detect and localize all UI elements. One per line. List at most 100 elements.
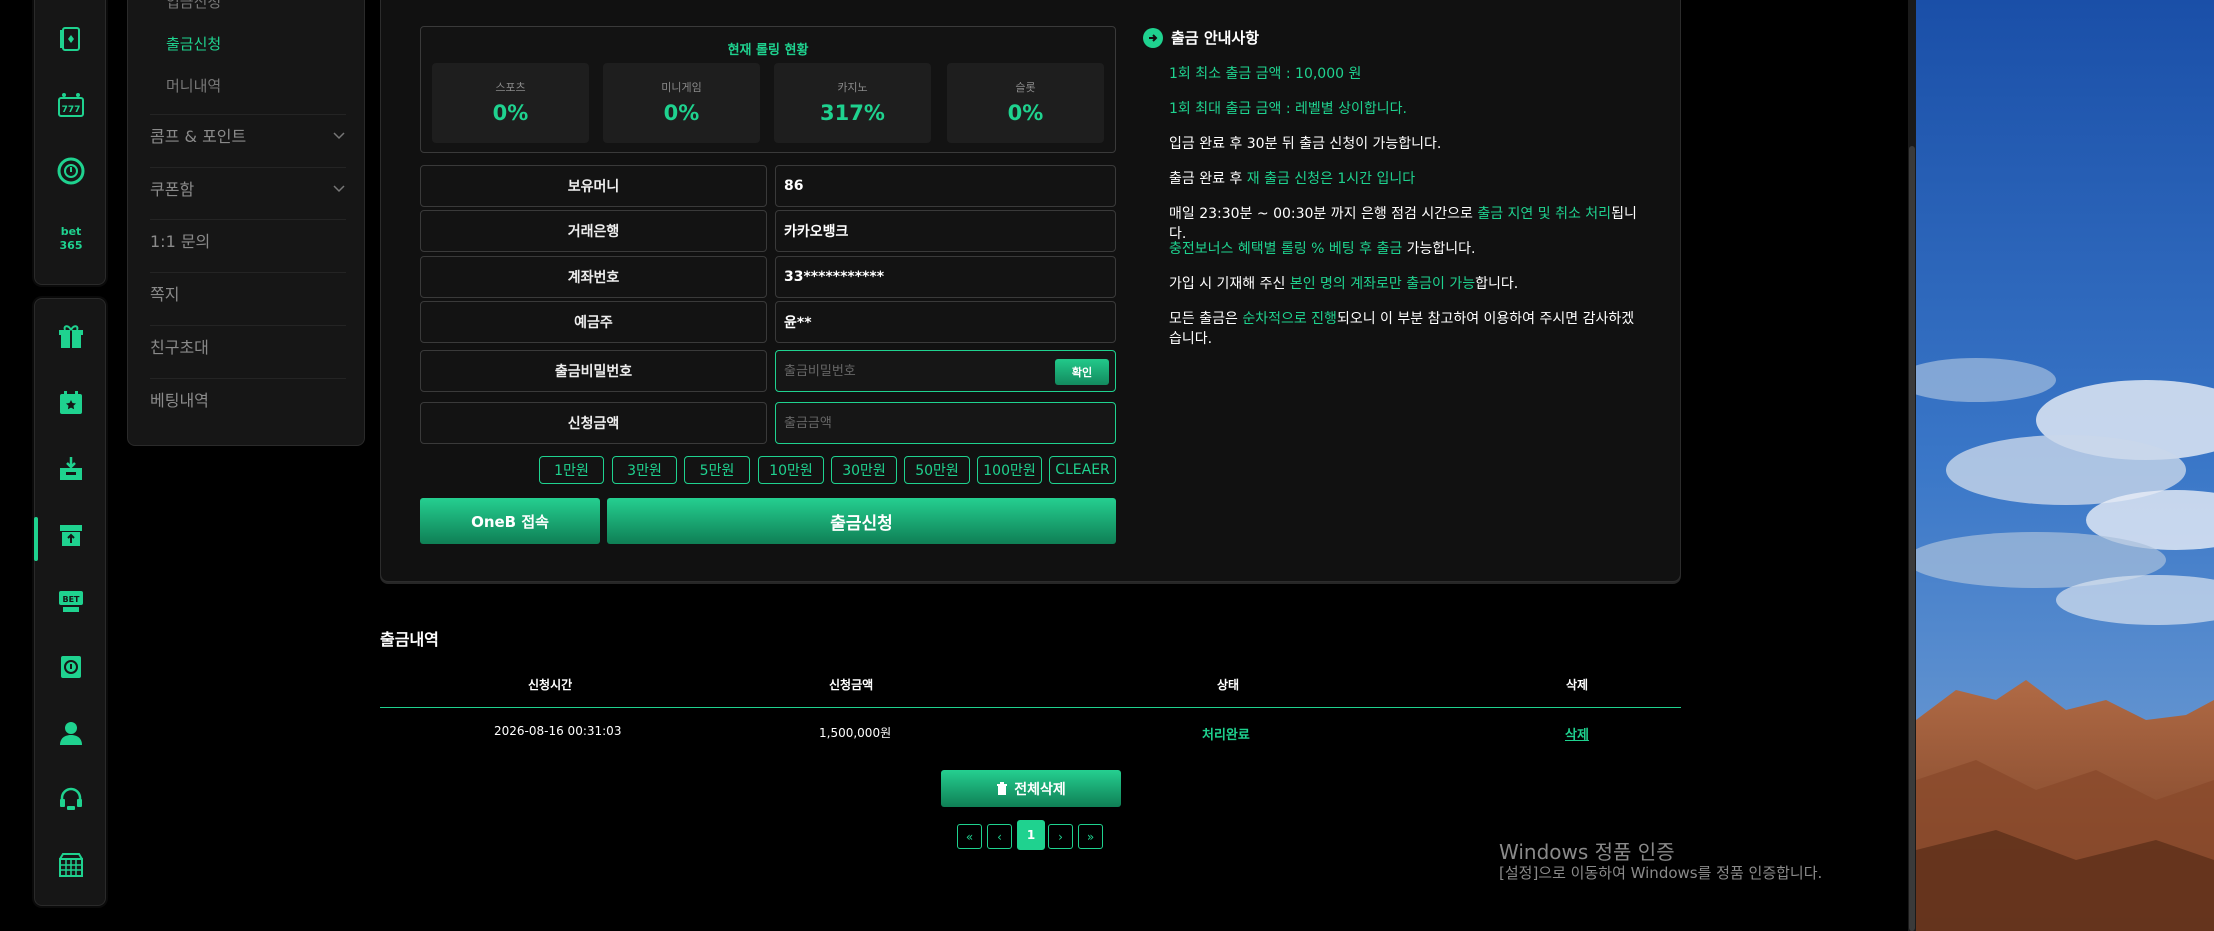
amount-clear-button[interactable]: CLEAER — [1049, 456, 1116, 484]
submenu-money-history[interactable]: 머니내역 — [166, 75, 221, 96]
notice-own-account: 가입 시 기재해 주신 본인 명의 계좌로만 출금이 가능합니다. — [1169, 274, 1649, 294]
row-status: 처리완료 — [1202, 728, 1250, 743]
amount-30k-button[interactable]: 3만원 — [612, 456, 677, 484]
history-title: 출금내역 — [380, 630, 439, 649]
page-next-button[interactable]: › — [1048, 824, 1073, 849]
windows-activation-title: Windows 정품 인증 — [1499, 840, 1675, 864]
page-first-button[interactable]: « — [957, 824, 982, 849]
withdraw-request-button[interactable]: 출금신청 — [607, 498, 1116, 544]
withdraw-amount-input[interactable] — [784, 415, 1044, 431]
balance-label: 보유머니 — [420, 165, 767, 207]
bet365-logo[interactable]: bet 365 — [53, 219, 89, 255]
notice-highlight: 본인 명의 계좌로만 출금이 가능 — [1289, 276, 1476, 292]
balance-value: 86 — [775, 165, 1116, 207]
rolling-status: 현재 롤링 현황 스포츠 0% 미니게임 0% 카지노 317% 슬롯 0% — [420, 26, 1116, 153]
notice-highlight: 순차적으로 진행 — [1242, 311, 1337, 327]
arrow-right-circle-icon — [1143, 27, 1163, 48]
notice-bank-maintenance: 매일 23:30분 ~ 00:30분 까지 은행 점검 시간으로 출금 지연 및… — [1169, 204, 1649, 244]
rolling-minigame: 미니게임 0% — [603, 63, 760, 143]
bet-ticket-icon[interactable]: BET — [53, 583, 89, 619]
svg-text:BET: BET — [62, 595, 80, 604]
notice-text: 출금 완료 후 — [1169, 171, 1247, 187]
menu-invite-friends[interactable]: 친구초대 — [150, 325, 346, 365]
support-headset-icon[interactable] — [53, 781, 89, 817]
menu-label: 1:1 문의 — [150, 231, 211, 251]
notice-title: 출금 안내사항 — [1171, 29, 1260, 47]
chevron-down-icon — [333, 184, 345, 192]
notice-text: 가입 시 기재해 주신 — [1169, 276, 1290, 292]
header-delete: 삭제 — [1566, 678, 1589, 692]
notice-wait-time: 입금 완료 후 30분 뒤 출금 신청이 가능합니다. — [1169, 136, 1442, 152]
menu-messages[interactable]: 쪽지 — [150, 272, 346, 312]
notice-highlight: 출금 지연 및 취소 처리 — [1477, 206, 1612, 222]
account-submenu: 입금신청 출금신청 머니내역 콤프 & 포인트 쿠폰함 1:1 문의 쪽지 친구… — [127, 0, 365, 446]
notice-text: 모든 출금은 — [1169, 311, 1243, 327]
rolling-casino: 카지노 317% — [774, 63, 931, 143]
rolling-slot: 슬롯 0% — [947, 63, 1104, 143]
submenu-withdraw-request[interactable]: 출금신청 — [166, 33, 221, 54]
trash-icon — [997, 782, 1008, 795]
notice-header: 출금 안내사항 — [1143, 27, 1259, 48]
notice-highlight: 재 출금 신청은 1시간 입니다 — [1246, 171, 1416, 187]
icon-rail-bottom: BET — [34, 298, 106, 906]
gift-icon[interactable] — [53, 319, 89, 355]
amount-label: 신청금액 — [420, 402, 767, 444]
page-current-button[interactable]: 1 — [1017, 820, 1045, 850]
amount-50k-button[interactable]: 5만원 — [684, 456, 750, 484]
bank-value: 카카오뱅크 — [775, 210, 1116, 252]
active-indicator — [34, 517, 38, 561]
withdraw-password-input[interactable] — [784, 363, 1044, 379]
submenu-deposit-request[interactable]: 입금신청 — [166, 0, 221, 12]
amount-field — [775, 402, 1116, 444]
confirm-password-button[interactable]: 확인 — [1055, 359, 1109, 385]
rolling-sports: 스포츠 0% — [432, 63, 589, 143]
page-prev-button[interactable]: ‹ — [987, 824, 1012, 849]
windows-activation-hint: [설정]으로 이동하여 Windows를 정품 인증합니다. — [1499, 864, 1823, 882]
notice-sequential: 모든 출금은 순차적으로 진행되오니 이 부분 참고하여 이용하여 주시면 감사… — [1169, 309, 1639, 349]
svg-text:365: 365 — [60, 239, 83, 252]
casino-chip-icon[interactable] — [53, 153, 89, 189]
delete-all-label: 전체삭제 — [1014, 781, 1066, 798]
deposit-box-icon[interactable] — [53, 451, 89, 487]
desktop-wallpaper — [1916, 0, 2214, 931]
menu-coupon-box[interactable]: 쿠폰함 — [150, 167, 346, 207]
rolling-title: 현재 롤링 현황 — [727, 43, 809, 58]
menu-inquiry[interactable]: 1:1 문의 — [150, 219, 346, 259]
notice-bonus-rolling: 충전보너스 혜택별 롤링 % 베팅 후 출금 가능합니다. — [1169, 239, 1649, 259]
oneb-connect-button[interactable]: OneB 접속 — [420, 498, 600, 544]
menu-comp-points[interactable]: 콤프 & 포인트 — [150, 114, 346, 154]
table-divider — [380, 707, 1681, 708]
row-amount: 1,500,000원 — [819, 726, 892, 740]
header-amount: 신청금액 — [829, 678, 874, 692]
svg-text:bet: bet — [61, 225, 82, 238]
grid-menu-icon[interactable] — [53, 847, 89, 883]
holder-value: 윤** — [775, 301, 1116, 343]
amount-100k-button[interactable]: 10만원 — [758, 456, 824, 484]
page: 777 bet 365 BET 입금신청 출금신청 머니내역 콤프 & 포인트 … — [0, 0, 2214, 931]
calendar-star-icon[interactable] — [53, 385, 89, 421]
menu-label: 쿠폰함 — [150, 179, 195, 199]
row-time: 2026-08-16 00:31:03 — [494, 724, 622, 738]
row-delete-link[interactable]: 삭제 — [1565, 724, 1589, 743]
page-last-button[interactable]: » — [1078, 824, 1103, 849]
amount-300k-button[interactable]: 30만원 — [831, 456, 897, 484]
delete-all-button[interactable]: 전체삭제 — [941, 770, 1121, 807]
slot-777-icon[interactable]: 777 — [53, 87, 89, 123]
amount-10k-button[interactable]: 1만원 — [539, 456, 604, 484]
info-card-icon[interactable] — [53, 649, 89, 685]
rolling-value: 0% — [492, 101, 529, 125]
notice-text: 합니다. — [1475, 276, 1519, 292]
menu-bet-history[interactable]: 베팅내역 — [150, 378, 346, 418]
header-status: 상태 — [1217, 678, 1240, 692]
user-icon[interactable] — [53, 715, 89, 751]
withdraw-box-icon[interactable] — [53, 517, 89, 553]
chevron-down-icon — [333, 131, 345, 139]
card-icon[interactable] — [53, 21, 89, 57]
rolling-label: 스포츠 — [495, 81, 526, 94]
amount-1m-button[interactable]: 100만원 — [977, 456, 1042, 484]
rolling-label: 카지노 — [837, 81, 868, 94]
holder-label: 예금주 — [420, 301, 767, 343]
scrollbar-thumb[interactable] — [1909, 146, 1915, 931]
icon-rail-top: 777 bet 365 — [34, 0, 106, 285]
amount-500k-button[interactable]: 50만원 — [904, 456, 970, 484]
